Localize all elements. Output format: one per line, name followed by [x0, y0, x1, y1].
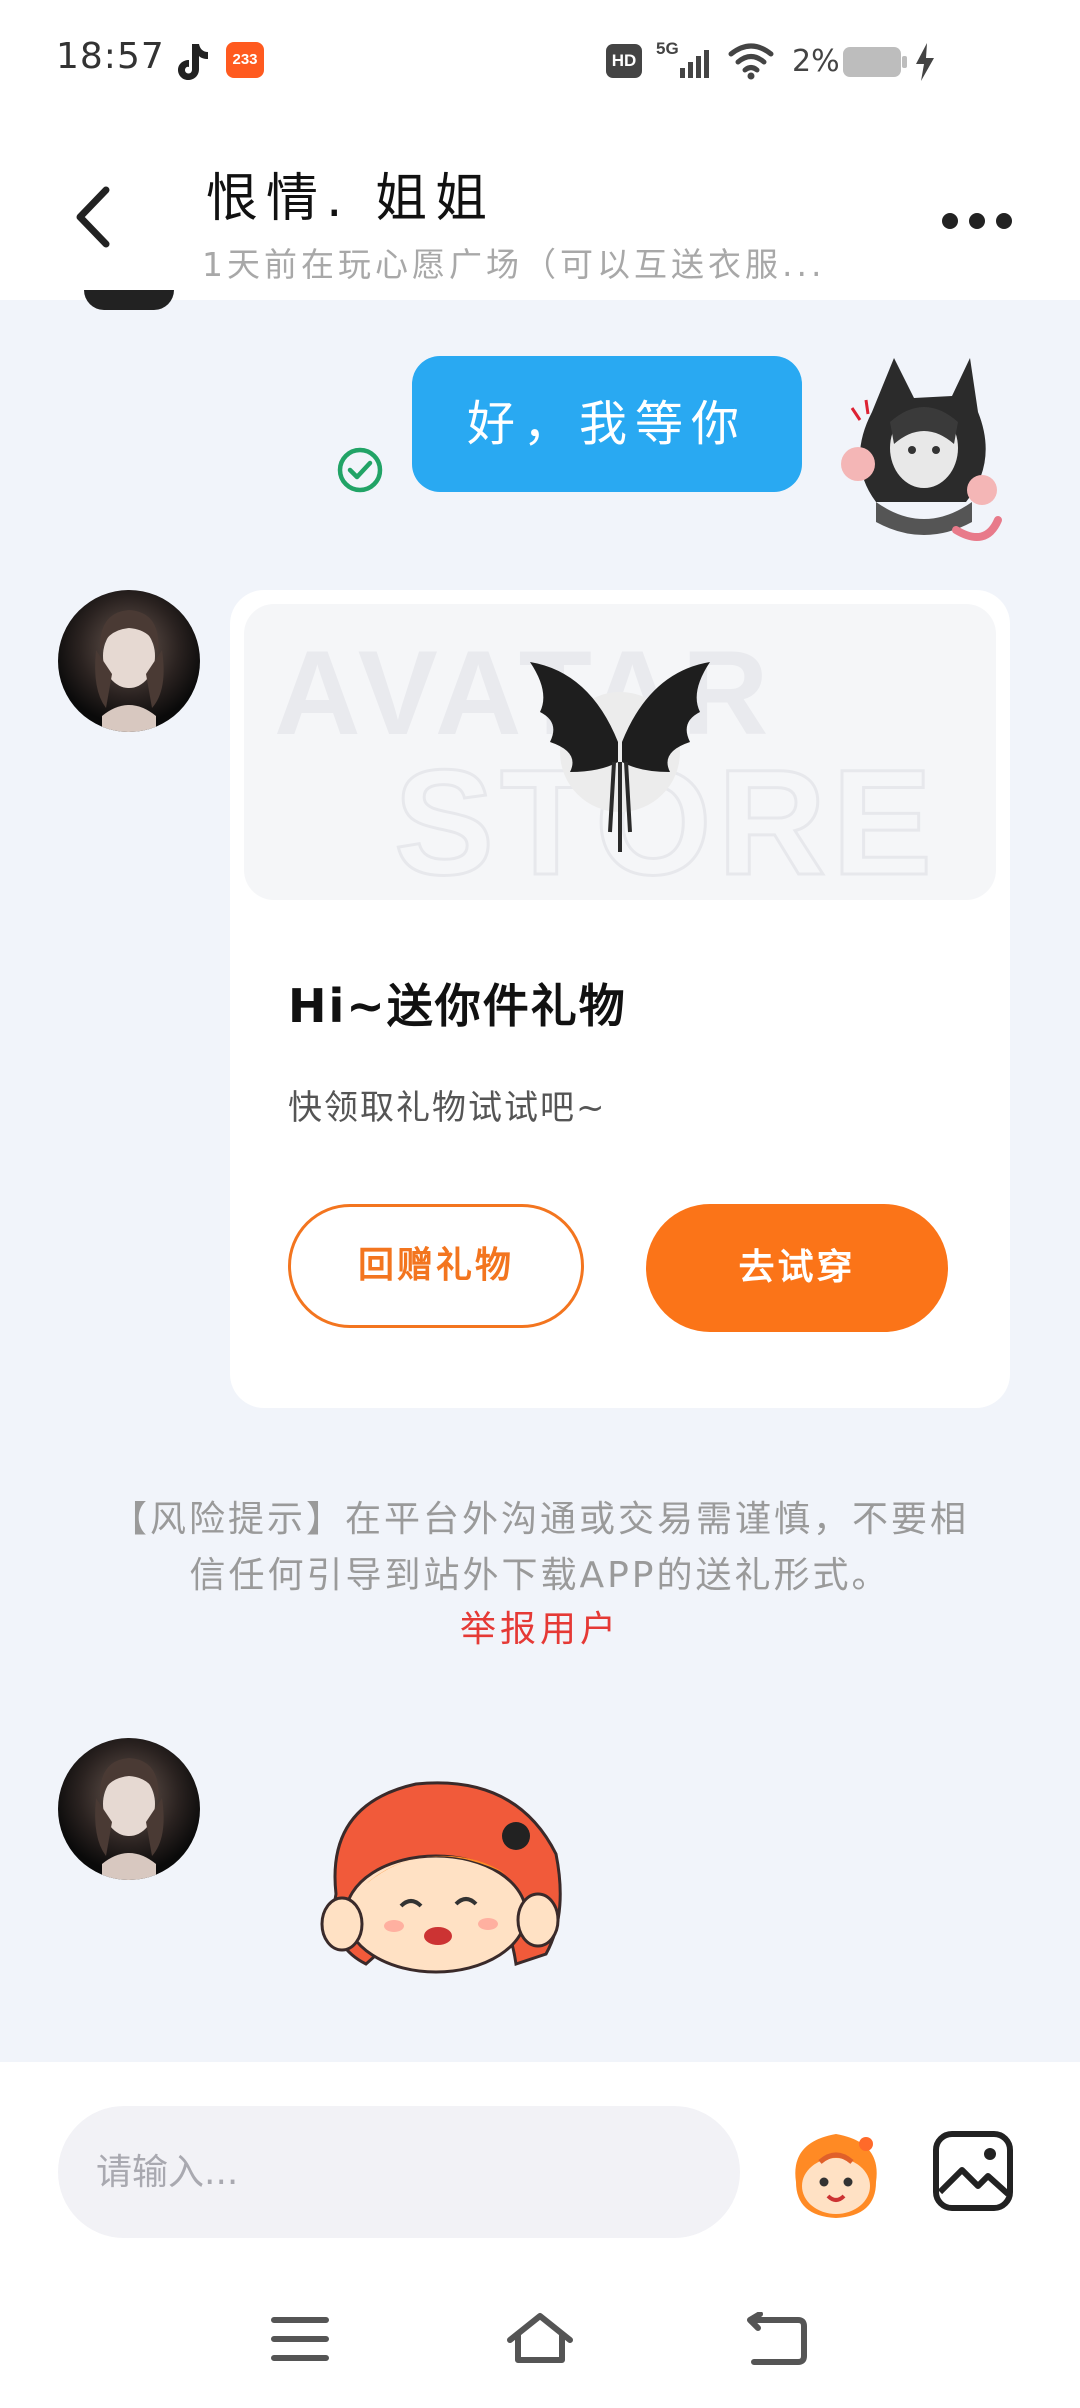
sent-message-bubble[interactable]: 好，我等你 [412, 356, 802, 492]
gift-card[interactable]: AVATAR STORE Hi~送你件礼物 快领取礼物试试吧~ 回赠礼物 去试穿 [230, 590, 1010, 1408]
signal-5g-icon: 5G [656, 39, 709, 78]
chat-title[interactable]: 恨情. 姐姐 [206, 156, 495, 231]
contact-avatar[interactable] [58, 590, 200, 732]
contact-avatar[interactable] [58, 1738, 200, 1880]
gift-banner: AVATAR STORE [244, 604, 996, 900]
report-user-link: 举报用户 [0, 1600, 1080, 1652]
return-gift-button[interactable]: 回赠礼物 [288, 1204, 584, 1328]
chat-subtitle: 1天前在玩心愿广场（可以互送衣服... [202, 245, 826, 284]
message-input[interactable] [58, 2106, 740, 2238]
risk-notice: 【风险提示】在平台外沟通或交易需谨慎，不要相信任何引导到站外下载APP的送礼形式… [110, 1499, 969, 1596]
tiktok-icon [178, 44, 208, 80]
previous-avatar [84, 290, 174, 310]
status-bar: 18:57 233 HD 5G 2% [0, 0, 1080, 120]
chat-header: 恨情. 姐姐 1天前在玩心愿广场（可以互送衣服... [0, 120, 1080, 300]
menu-lines-icon[interactable] [270, 2314, 330, 2364]
gift-subtitle: 快领取礼物试试吧~ [288, 1088, 607, 1128]
back-arrow-icon[interactable] [66, 182, 126, 252]
more-dots-icon[interactable] [940, 206, 1014, 236]
dark-wings-icon [530, 662, 710, 852]
report-user-label[interactable]: 举报用户 [460, 1609, 620, 1650]
gift-title: Hi~送你件礼物 [288, 979, 627, 1033]
image-icon[interactable] [932, 2130, 1014, 2212]
sticker-image[interactable] [306, 1774, 576, 1984]
input-bar [0, 2062, 1080, 2276]
check-circle-icon [337, 447, 383, 493]
battery-icon [843, 47, 907, 77]
emoji-sticker-icon[interactable] [780, 2122, 892, 2222]
back-return-icon[interactable] [744, 2312, 808, 2366]
hd-icon: HD [606, 44, 642, 78]
my-avatar[interactable] [836, 352, 1004, 548]
network-label: 5G [656, 39, 679, 58]
try-on-button[interactable]: 去试穿 [646, 1204, 948, 1332]
app-233-icon: 233 [226, 42, 264, 78]
home-icon[interactable] [504, 2310, 576, 2368]
wifi-icon [728, 43, 774, 80]
battery-percent: 2% [792, 44, 840, 79]
status-time: 18:57 [56, 36, 165, 77]
system-nav-bar [0, 2276, 1080, 2408]
charging-icon [916, 43, 934, 81]
